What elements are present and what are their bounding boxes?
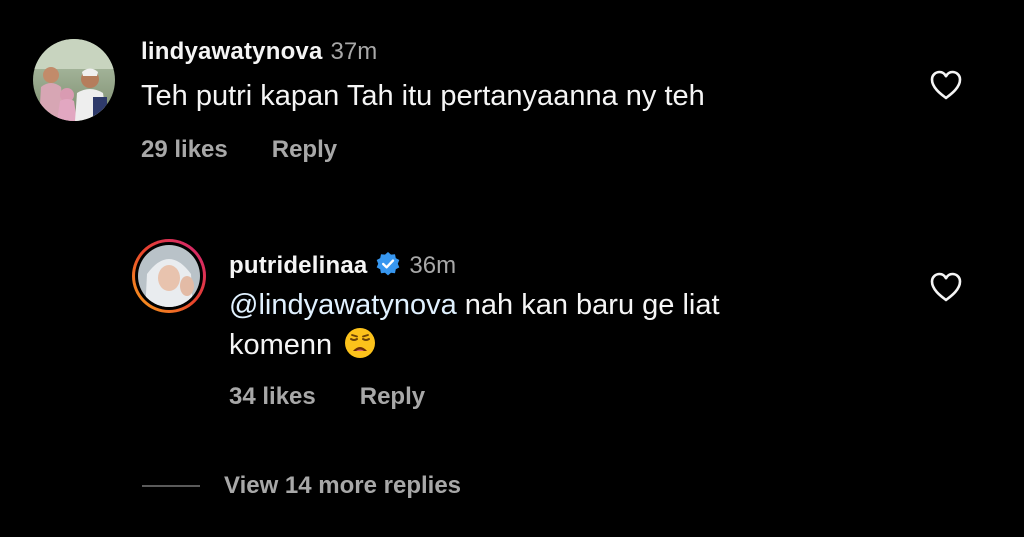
thread-divider-line — [142, 485, 200, 487]
reply-item: putridelinaa 36m @lindyawatynova nah kan… — [0, 200, 1024, 440]
view-more-replies-label: View 14 more replies — [224, 472, 462, 499]
like-heart-icon[interactable] — [929, 69, 963, 101]
reply-text-line1: nah kan baru ge liat — [456, 289, 720, 321]
reply-likes-count[interactable]: 34 likes — [229, 383, 316, 411]
reply-username[interactable]: putridelinaa — [229, 252, 367, 280]
comment-item: lindyawatynova 37m Teh putri kapan Tah i… — [0, 0, 1024, 200]
reply-button[interactable]: Reply — [360, 383, 425, 411]
avatar[interactable] — [33, 39, 115, 121]
comment-username[interactable]: lindyawatynova — [141, 38, 323, 66]
story-ring-avatar[interactable] — [131, 238, 207, 314]
reply-text: @lindyawatynova nah kan baru ge liat kom… — [229, 285, 720, 365]
like-heart-icon[interactable] — [929, 271, 963, 303]
view-more-replies-button[interactable]: View 14 more replies — [142, 472, 461, 500]
verified-badge-icon — [375, 251, 401, 277]
comment-likes-count[interactable]: 29 likes — [141, 136, 228, 164]
comment-timestamp: 37m — [330, 38, 378, 65]
mention-link[interactable]: @lindyawatynova — [229, 289, 457, 321]
reply-timestamp: 36m — [409, 252, 457, 279]
comment-text: Teh putri kapan Tah itu pertanyaanna ny … — [141, 80, 705, 112]
reply-text-line2: komenn — [229, 329, 333, 361]
weary-face-emoji-icon — [344, 327, 376, 359]
reply-button[interactable]: Reply — [272, 136, 337, 164]
